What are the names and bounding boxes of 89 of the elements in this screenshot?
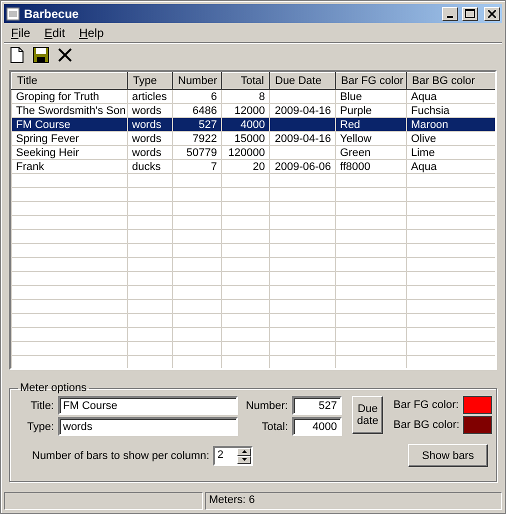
table-cell: 6486 (192, 104, 217, 116)
table-cell: 4000 (240, 118, 265, 130)
column-header[interactable]: Total (222, 72, 270, 90)
column-header[interactable]: Due Date (270, 72, 336, 90)
table-cell: words (132, 132, 162, 144)
table-cell: words (132, 104, 162, 116)
title-field[interactable]: FM Course (58, 396, 238, 415)
column-header[interactable]: Title (12, 72, 128, 90)
table-cell: 2009-06-06 (274, 160, 331, 172)
close-icon (56, 46, 74, 64)
table-cell: ducks (132, 160, 161, 172)
table-cell: Red (340, 118, 360, 130)
new-document-button[interactable] (8, 46, 26, 64)
table-cell: Maroon (411, 118, 448, 130)
column-header[interactable]: Bar BG color (406, 72, 495, 90)
table-cell: words (132, 146, 162, 158)
menu-item[interactable]: Help (72, 26, 111, 40)
table-cell: Yellow (340, 132, 372, 144)
due-date-button[interactable]: Due date (352, 396, 384, 434)
app-icon (6, 6, 20, 20)
field-label: Total: (260, 420, 288, 432)
total-field[interactable]: 4000 (292, 417, 342, 436)
table-cell: Fuchsia (411, 104, 450, 116)
column-header[interactable]: Type (128, 72, 172, 90)
table-cell: The Swordsmith's Son (16, 104, 126, 116)
table-cell: 15000 (234, 132, 265, 144)
minimize-icon (447, 16, 453, 18)
table-cell: Seeking Heir (16, 146, 79, 158)
table-row[interactable]: Groping for Truth articles 6 8 Blue Aqua (12, 90, 495, 104)
table-cell: Olive (411, 132, 436, 144)
field-label: Bar BG color: (393, 419, 460, 431)
field-label: Number: (244, 400, 288, 412)
spin-up-button[interactable] (237, 448, 252, 456)
table-cell: 7922 (192, 132, 217, 144)
field-label: Bar FG color: (393, 399, 459, 411)
table-cell: 2009-04-16 (274, 132, 331, 144)
table-cell: 8 (258, 90, 265, 102)
table-cell: Lime (411, 146, 435, 158)
field-label: Type: (26, 420, 54, 432)
table-cell: Green (340, 146, 371, 158)
table-cell: 20 (252, 160, 265, 172)
close-icon (488, 10, 496, 18)
menu-item[interactable]: Edit (37, 26, 72, 40)
table-cell: words (132, 118, 162, 130)
document-icon (8, 46, 26, 64)
field-label: Number of bars to show per column: (32, 450, 210, 462)
save-button[interactable] (32, 46, 50, 64)
table-row[interactable]: Seeking Heir words 50779 120000 Green Lime (12, 146, 495, 160)
table-row[interactable]: Frank ducks 7 20 2009-06-06 ff8000 Aqua (12, 160, 495, 174)
down-arrow-icon (242, 458, 247, 461)
field-label: Title: (30, 400, 54, 412)
table-cell: 50779 (186, 146, 217, 158)
color-swatch[interactable] (462, 396, 492, 414)
table-cell: 120000 (228, 146, 265, 158)
table-cell: FM Course (16, 118, 70, 130)
table-row[interactable]: FM Course words 527 4000 Red Maroon (12, 118, 495, 132)
table-cell: 12000 (234, 104, 265, 116)
table-cell: 7 (210, 160, 217, 172)
maximize-icon (465, 9, 475, 18)
show-bars-button[interactable]: Show bars (408, 444, 488, 467)
group-title: Meter options (19, 382, 88, 394)
table-cell: 2009-04-16 (274, 104, 331, 116)
table-cell: Groping for Truth (16, 90, 100, 102)
table-row[interactable]: Spring Fever words 7922 15000 2009-04-16 Yellow Olive (12, 132, 495, 146)
table-cell: articles (132, 90, 167, 102)
maximize-button[interactable] (462, 6, 478, 20)
menu-item[interactable]: File (4, 26, 38, 40)
table-cell: Purple (340, 104, 372, 116)
close-button[interactable] (484, 6, 500, 20)
table-cell: ff8000 (340, 160, 370, 172)
status-text: Meters: 6 (205, 492, 502, 510)
number-field[interactable]: 527 (292, 396, 342, 415)
color-swatch[interactable] (463, 416, 492, 434)
type-field[interactable]: words (58, 417, 238, 436)
table-cell: Aqua (411, 160, 437, 172)
table-cell: Frank (16, 160, 44, 172)
table-cell: Spring Fever (16, 132, 79, 144)
table-row[interactable]: The Swordsmith's Son words 6486 12000 2009-04-16 Purple Fuchsia (12, 104, 495, 118)
column-header[interactable]: Number (172, 72, 222, 90)
table-cell: Blue (340, 90, 362, 102)
bars-spinbox[interactable]: 2 (213, 446, 254, 466)
column-header[interactable]: Bar FG color (336, 72, 406, 90)
table-cell: 6 (210, 90, 217, 102)
delete-button[interactable] (56, 46, 74, 64)
minimize-button[interactable] (442, 6, 458, 20)
table-cell: 527 (198, 118, 217, 130)
up-arrow-icon (242, 450, 247, 453)
table-cell: Aqua (411, 90, 437, 102)
window-title: Barbecue (24, 6, 80, 20)
